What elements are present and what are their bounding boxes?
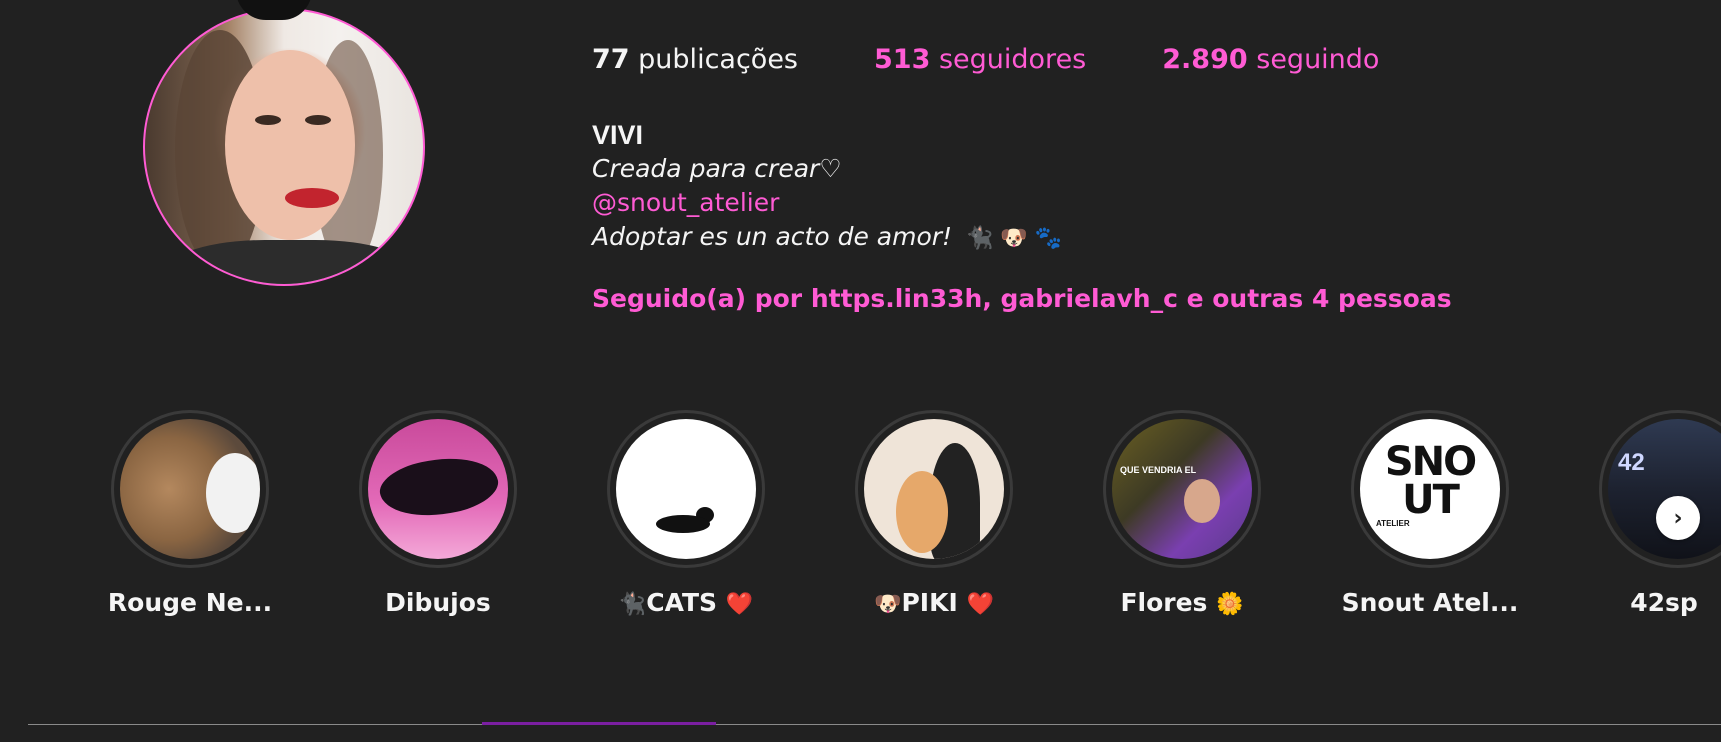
bio-line: Creada para crear♡ bbox=[592, 154, 842, 183]
snout-logo-text: SNO UT bbox=[1384, 439, 1477, 523]
pets-emoji-icon: 🐈‍⬛ 🐶 🐾 bbox=[966, 226, 1063, 251]
profile-bio: VIVI Creada para crear♡ @snout_atelier A… bbox=[592, 118, 1062, 256]
highlight-label: 42sp bbox=[1630, 588, 1698, 617]
highlight-flores[interactable]: QUE VENDRIA EL Flores 🌼 bbox=[1103, 410, 1261, 617]
snout-logo-sub: ATELIER bbox=[1376, 519, 1410, 528]
following-label: seguindo bbox=[1256, 44, 1380, 75]
tabs-divider bbox=[28, 724, 1721, 725]
profile-stats: 77 publicações 513 seguidores 2.890 segu… bbox=[592, 44, 1455, 75]
following-count: 2.890 bbox=[1162, 44, 1248, 75]
highlight-cats[interactable]: 🐈‍⬛CATS ❤️ bbox=[607, 410, 765, 617]
highlight-label: CATS bbox=[646, 588, 718, 617]
heart-icon: ❤️ bbox=[966, 592, 994, 617]
followers-label: seguidores bbox=[938, 44, 1087, 75]
highlight-label: Rouge Ne... bbox=[107, 588, 273, 617]
cover-number-text: 42 bbox=[1618, 449, 1645, 476]
highlight-snout-atelier[interactable]: SNO UT ATELIER Snout Atel... bbox=[1342, 410, 1518, 617]
bio-line: Adoptar es un acto de amor! 🐈‍⬛ 🐶 🐾 bbox=[592, 220, 1062, 256]
highlight-42sp[interactable]: 42 42sp bbox=[1599, 410, 1721, 617]
highlight-rouge[interactable]: Rouge Ne... bbox=[108, 410, 272, 617]
profile-page: ♥ 77 publicações 513 seguidores 2.890 se… bbox=[0, 0, 1721, 742]
highlight-label: Snout Atel... bbox=[1341, 588, 1519, 617]
chevron-right-icon: › bbox=[1673, 505, 1683, 531]
posts-stat: 77 publicações bbox=[592, 44, 798, 75]
highlight-cover-42sp-photo: 42 bbox=[1608, 419, 1721, 559]
active-tab-indicator bbox=[482, 722, 716, 725]
bio-text: Adoptar es un acto de amor! bbox=[592, 222, 953, 251]
flower-icon: 🌼 bbox=[1216, 592, 1244, 617]
following-link[interactable]: 2.890 seguindo bbox=[1162, 44, 1379, 75]
highlight-dibujos[interactable]: Dibujos bbox=[359, 410, 517, 617]
highlights-next-button[interactable]: › bbox=[1656, 496, 1700, 540]
highlight-cover-bear-photo bbox=[120, 419, 260, 559]
highlight-label: PIKI bbox=[901, 588, 958, 617]
highlight-cover-dog-drawing bbox=[864, 419, 1004, 559]
highlight-label: Flores bbox=[1120, 588, 1208, 617]
highlight-label: Dibujos bbox=[385, 588, 491, 617]
highlight-cover-couple-photo: QUE VENDRIA EL bbox=[1112, 419, 1252, 559]
profile-name: VIVI bbox=[592, 120, 644, 150]
cover-overlay-text: QUE VENDRIA EL bbox=[1120, 465, 1197, 475]
followed-by-link[interactable]: Seguido(a) por https.lin33h, gabrielavh_… bbox=[592, 284, 1452, 313]
followers-link[interactable]: 513 seguidores bbox=[874, 44, 1086, 75]
black-cat-icon: 🐈‍⬛ bbox=[618, 592, 647, 617]
highlight-piki[interactable]: 🐶PIKI ❤️ bbox=[855, 410, 1013, 617]
heart-icon: ❤️ bbox=[725, 592, 754, 617]
bio-mention-link[interactable]: @snout_atelier bbox=[592, 186, 1062, 220]
posts-label: publicações bbox=[638, 44, 798, 75]
profile-avatar[interactable] bbox=[143, 8, 425, 286]
dog-icon: 🐶 bbox=[874, 592, 902, 617]
followers-count: 513 bbox=[874, 44, 931, 75]
heart-icon: ♥ bbox=[264, 0, 282, 2]
posts-count: 77 bbox=[592, 44, 630, 75]
highlight-cover-cat-drawing bbox=[368, 419, 508, 559]
highlight-cover-cat-silhouette bbox=[616, 419, 756, 559]
highlight-cover-snout-logo: SNO UT ATELIER bbox=[1360, 419, 1500, 559]
